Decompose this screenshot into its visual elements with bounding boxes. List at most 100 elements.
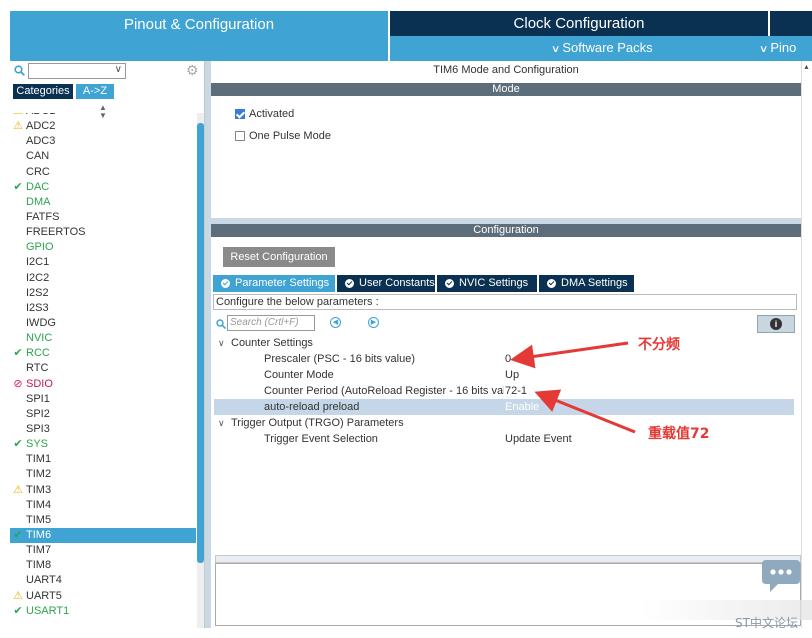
param-row-counter-period[interactable]: Counter Period (AutoReload Register - 16…: [214, 383, 794, 399]
sidebar-item-label: I2C1: [26, 256, 50, 269]
tab-a-to-z[interactable]: A->Z: [76, 84, 114, 99]
sidebar-item-label: ADC3: [26, 135, 56, 148]
sidebar-item-uart4[interactable]: UART4: [10, 573, 196, 588]
tab-parameter-settings[interactable]: Parameter Settings: [213, 275, 335, 292]
tab-pinout-configuration[interactable]: Pinout & Configuration: [10, 11, 388, 61]
sidebar-item-rcc[interactable]: ✔ RCC: [10, 346, 196, 361]
reset-configuration-button[interactable]: Reset Configuration: [223, 247, 335, 267]
tab-categories[interactable]: Categories: [13, 84, 73, 99]
sidebar-item-usart1[interactable]: ✔ USART1: [10, 604, 196, 619]
warning-icon: ⚠: [13, 483, 23, 496]
tab-nvic-settings[interactable]: NVIC Settings: [437, 275, 537, 292]
sidebar-item-label: TIM1: [26, 453, 52, 466]
panel-scrollbar[interactable]: ▲: [801, 61, 812, 628]
param-row-counter-mode[interactable]: Counter Mode Up: [214, 367, 794, 383]
configure-hint: Configure the below parameters :: [213, 294, 797, 310]
sidebar-item-fatfs[interactable]: FATFS: [10, 210, 196, 225]
sidebar-item-spi1[interactable]: SPI1: [10, 392, 196, 407]
sidebar-search-input[interactable]: ∨: [28, 63, 126, 79]
sidebar-item-label: UART5: [26, 589, 62, 602]
collapse-chevron-icon: ∨: [218, 338, 225, 348]
sidebar-item-adc2[interactable]: ⚠ ADC2: [10, 119, 196, 134]
software-packs-menu[interactable]: ∨ Software Packs: [551, 40, 653, 55]
sidebar-item-i2c2[interactable]: I2C2: [10, 271, 196, 286]
chevron-down-icon: ∨: [114, 64, 122, 75]
activated-label: Activated: [249, 108, 295, 120]
scroll-up-icon[interactable]: ▲: [803, 64, 810, 71]
sidebar-item-gpio[interactable]: GPIO: [10, 240, 196, 255]
sidebar-item-label: I2S2: [26, 286, 49, 299]
activated-checkbox[interactable]: [235, 109, 245, 119]
sidebar-item-label: TIM3: [26, 483, 52, 496]
chat-bubble-icon: [762, 560, 800, 592]
sidebar-scrollbar-thumb[interactable]: [197, 123, 204, 563]
sidebar-item-label: CAN: [26, 150, 50, 163]
sidebar-item-can[interactable]: CAN: [10, 149, 196, 164]
sidebar-item-label: USART1: [26, 604, 70, 617]
sidebar-item-sdio[interactable]: ⊘ SDIO: [10, 377, 196, 392]
sidebar-item-crc[interactable]: CRC: [10, 165, 196, 180]
sidebar-item-tim3[interactable]: ⚠ TIM3: [10, 483, 196, 498]
param-name: Counter Period (AutoReload Register - 16…: [264, 385, 504, 397]
info-button[interactable]: i: [757, 315, 795, 333]
sidebar-item-tim4[interactable]: TIM4: [10, 498, 196, 513]
sidebar-item-i2s3[interactable]: I2S3: [10, 301, 196, 316]
configuration-header: Configuration: [211, 224, 801, 237]
param-value: Update Event: [505, 433, 572, 445]
check-icon: ✔: [13, 604, 23, 617]
sidebar-item-label: TIM6: [26, 528, 52, 541]
sidebar-item-tim7[interactable]: TIM7: [10, 543, 196, 558]
search-next-icon[interactable]: ▶: [368, 317, 379, 328]
sidebar-item-label: DAC: [26, 180, 50, 193]
sidebar-item-label: FATFS: [26, 210, 60, 223]
tab-label: User Constants: [359, 277, 435, 289]
sidebar-item-tim5[interactable]: TIM5: [10, 513, 196, 528]
gear-icon[interactable]: ⚙: [186, 63, 200, 77]
sidebar-item-label: FREERTOS: [26, 226, 86, 239]
param-row-prescaler[interactable]: Prescaler (PSC - 16 bits value) 0: [214, 351, 794, 367]
group-label: Trigger Output (TRGO) Parameters: [231, 417, 404, 429]
sidebar-item-label: DMA: [26, 195, 51, 208]
sidebar-item-label: TIM8: [26, 559, 52, 572]
param-row-auto-reload-preload[interactable]: auto-reload preload Enable: [214, 399, 794, 415]
annotation-no-divide: 不分频: [638, 337, 680, 353]
sidebar-item-label: TIM4: [26, 498, 52, 511]
sidebar-item-label: CRC: [26, 165, 50, 178]
pinout-menu[interactable]: ∨ Pino: [758, 40, 796, 55]
sidebar-item-label: RCC: [26, 347, 50, 360]
sidebar-item-label: SDIO: [26, 377, 53, 390]
check-circle-icon: [221, 279, 230, 288]
chevron-down-icon: ∨: [758, 44, 769, 55]
sidebar-item-dac[interactable]: ✔ DAC: [10, 180, 196, 195]
tab-label: NVIC Settings: [459, 277, 529, 289]
sidebar-item-spi2[interactable]: SPI2: [10, 407, 196, 422]
sidebar-item-tim8[interactable]: TIM8: [10, 558, 196, 573]
group-counter-settings[interactable]: ∨ Counter Settings: [214, 335, 794, 351]
sidebar-item-label: TIM5: [26, 513, 52, 526]
sidebar-item-iwdg[interactable]: IWDG: [10, 316, 196, 331]
sidebar-item-tim1[interactable]: TIM1: [10, 452, 196, 467]
sidebar-item-rtc[interactable]: RTC: [10, 361, 196, 376]
sidebar-item-adc3[interactable]: ADC3: [10, 134, 196, 149]
sidebar-item-nvic[interactable]: NVIC: [10, 331, 196, 346]
sidebar-item-label: SYS: [26, 438, 49, 451]
search-previous-icon[interactable]: ◀: [330, 317, 341, 328]
sidebar-item-tim6[interactable]: ✔ TIM6: [10, 527, 196, 544]
one-pulse-mode-checkbox[interactable]: [235, 131, 245, 141]
sidebar-item-dma[interactable]: DMA: [10, 195, 196, 210]
sidebar-item-freertos[interactable]: FREERTOS: [10, 225, 196, 240]
sidebar-item-tim2[interactable]: TIM2: [10, 467, 196, 482]
sidebar-item-i2s2[interactable]: I2S2: [10, 286, 196, 301]
sidebar-item-sys[interactable]: ✔ SYS: [10, 437, 196, 452]
sidebar-item-i2c1[interactable]: I2C1: [10, 255, 196, 270]
sidebar-item-uart5[interactable]: ⚠ UART5: [10, 589, 196, 604]
sidebar-item-spi3[interactable]: SPI3: [10, 422, 196, 437]
tab-label: Parameter Settings: [235, 277, 330, 289]
tab-dma-settings[interactable]: DMA Settings: [539, 275, 634, 292]
parameter-search-input[interactable]: Search (Crtl+F): [227, 315, 315, 331]
tab-user-constants[interactable]: User Constants: [337, 275, 435, 292]
tab-overflow[interactable]: [770, 11, 812, 36]
tab-clock-configuration[interactable]: Clock Configuration: [390, 11, 768, 36]
tab-clock-label: Clock Configuration: [513, 15, 645, 32]
description-splitter[interactable]: [215, 555, 801, 563]
